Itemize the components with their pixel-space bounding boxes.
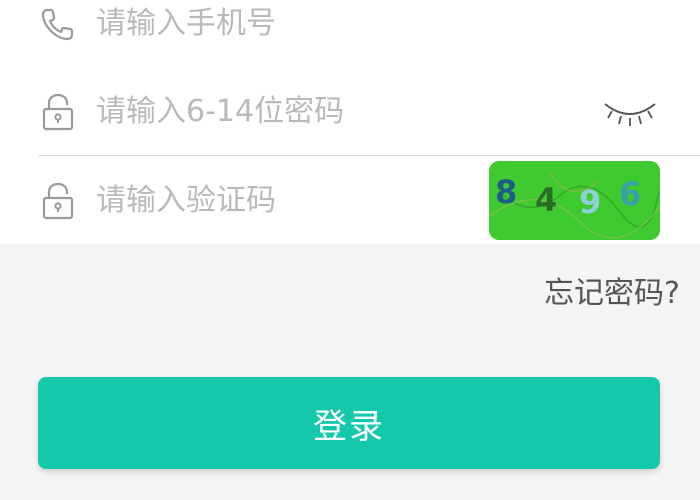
eye-closed-icon[interactable] — [602, 98, 658, 128]
captcha-row: 8 4 9 6 — [0, 157, 700, 245]
password-row — [0, 68, 700, 156]
lock-icon — [42, 93, 74, 131]
phone-icon — [41, 8, 74, 41]
password-input[interactable] — [96, 86, 576, 136]
captcha-digit: 6 — [619, 175, 642, 213]
login-button[interactable]: 登录 — [38, 377, 660, 469]
field-divider — [38, 155, 700, 156]
lock-icon — [42, 182, 74, 220]
phone-row — [0, 0, 700, 68]
captcha-image[interactable]: 8 4 9 6 — [489, 161, 660, 240]
forgot-password-link[interactable]: 忘记密码? — [544, 268, 680, 312]
captcha-digit: 8 — [495, 173, 518, 211]
captcha-digit: 4 — [535, 181, 558, 219]
phone-input[interactable] — [96, 0, 576, 48]
captcha-digit: 9 — [579, 183, 602, 221]
login-screen: 8 4 9 6 忘记密码? 登录 — [0, 0, 700, 500]
login-form: 8 4 9 6 — [0, 0, 700, 244]
